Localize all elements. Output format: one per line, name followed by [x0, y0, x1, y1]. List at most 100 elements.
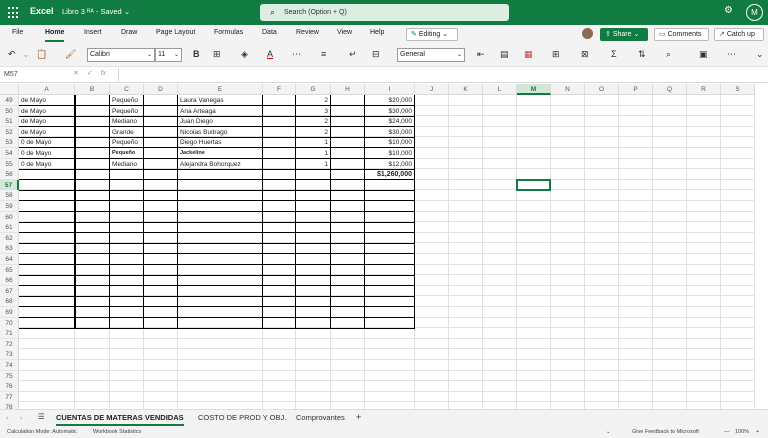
cell[interactable]: [331, 148, 365, 159]
row-header-65[interactable]: 65: [0, 264, 19, 276]
cell[interactable]: [75, 201, 110, 212]
cell[interactable]: [263, 317, 296, 329]
cell-i50[interactable]: $30,000: [365, 105, 415, 117]
cell[interactable]: [19, 264, 75, 276]
column-header-g[interactable]: G: [296, 84, 331, 95]
cell[interactable]: [144, 264, 178, 276]
row-header-73[interactable]: 73: [0, 349, 19, 361]
cell[interactable]: [365, 296, 415, 308]
cell-e53[interactable]: Diego Huertas: [178, 137, 263, 149]
cell[interactable]: [178, 285, 263, 297]
cell[interactable]: [178, 211, 263, 223]
cell[interactable]: [144, 179, 178, 191]
cell[interactable]: [75, 169, 110, 181]
cell[interactable]: [178, 296, 263, 308]
cell[interactable]: [331, 254, 365, 265]
autosum-icon[interactable]: Σ: [611, 49, 617, 59]
cell[interactable]: [144, 285, 178, 297]
row-header-75[interactable]: 75: [0, 370, 19, 382]
app-name[interactable]: Excel: [30, 6, 54, 16]
cell[interactable]: [144, 116, 178, 128]
cell[interactable]: [110, 169, 144, 181]
cell[interactable]: [19, 201, 75, 212]
cell[interactable]: [296, 275, 331, 287]
cell[interactable]: [19, 169, 75, 181]
cell[interactable]: [296, 179, 331, 191]
fx-icon[interactable]: fx: [101, 70, 106, 77]
cell[interactable]: [263, 264, 296, 276]
cell[interactable]: [75, 179, 110, 191]
column-header-j[interactable]: J: [415, 84, 449, 95]
cell[interactable]: [365, 222, 415, 234]
cell[interactable]: [296, 190, 331, 202]
zoom-level[interactable]: 100%: [735, 426, 749, 438]
fill-color-icon[interactable]: ◈: [241, 49, 248, 60]
cell[interactable]: [296, 201, 331, 212]
sort-filter-icon[interactable]: ⇅: [638, 49, 646, 60]
borders-icon[interactable]: ⊞: [213, 49, 221, 60]
cell-i54[interactable]: $10,000: [365, 148, 415, 159]
row-header-61[interactable]: 61: [0, 222, 19, 234]
cell[interactable]: [144, 137, 178, 149]
cell[interactable]: [331, 126, 365, 138]
row-header-62[interactable]: 62: [0, 232, 19, 244]
analyze-data-icon[interactable]: ▣: [699, 49, 708, 60]
cell[interactable]: [331, 95, 365, 106]
cell[interactable]: [110, 179, 144, 191]
column-header-m[interactable]: M: [517, 84, 551, 95]
row-header-56[interactable]: 56: [0, 169, 19, 181]
row-header-77[interactable]: 77: [0, 391, 19, 403]
cell[interactable]: [144, 317, 178, 329]
close-icon[interactable]: ✕: [73, 70, 79, 77]
cell[interactable]: [331, 285, 365, 297]
cell[interactable]: [144, 95, 178, 106]
cell[interactable]: [75, 116, 110, 128]
column-header-c[interactable]: C: [110, 84, 144, 95]
cell-g53[interactable]: 1: [296, 137, 331, 149]
cell-c50[interactable]: Pequeño: [110, 105, 144, 117]
total-cell[interactable]: $1,260,000: [365, 169, 415, 181]
column-header-k[interactable]: K: [449, 84, 483, 95]
cell[interactable]: [178, 317, 263, 329]
cell[interactable]: [75, 275, 110, 287]
row-header-76[interactable]: 76: [0, 381, 19, 393]
cell[interactable]: [365, 307, 415, 318]
insert-cells-icon[interactable]: ⊞: [552, 49, 560, 60]
cell[interactable]: [178, 232, 263, 244]
cell-e52[interactable]: Nicolas Buitrago: [178, 126, 263, 138]
menu-data[interactable]: Data: [262, 29, 277, 36]
cell[interactable]: [296, 317, 331, 329]
cell[interactable]: [296, 232, 331, 244]
menu-help[interactable]: Help: [370, 29, 384, 36]
row-header-49[interactable]: 49: [0, 95, 19, 106]
column-header-n[interactable]: N: [551, 84, 585, 95]
document-title[interactable]: Libro 3 ᴿᴬ - Saved ⌄: [62, 7, 130, 16]
cell[interactable]: [110, 307, 144, 318]
font-color-icon[interactable]: A: [267, 49, 273, 59]
format-painter-icon[interactable]: 🖌: [65, 49, 76, 60]
comments-button[interactable]: ▭ Comments: [654, 28, 709, 41]
column-header-l[interactable]: L: [483, 84, 517, 95]
gear-icon[interactable]: ⚙: [724, 5, 733, 16]
user-photo-avatar[interactable]: [582, 28, 593, 39]
cell[interactable]: [331, 307, 365, 318]
cell-e54[interactable]: Jackeline: [178, 148, 263, 159]
column-header-r[interactable]: R: [687, 84, 721, 95]
wrap-text-icon[interactable]: ↵: [349, 49, 357, 60]
cell[interactable]: [144, 148, 178, 159]
cell[interactable]: [19, 296, 75, 308]
cell[interactable]: [19, 285, 75, 297]
cell[interactable]: [144, 243, 178, 255]
cell[interactable]: [331, 116, 365, 128]
cell-a55[interactable]: 0 de Mayo: [19, 158, 75, 170]
cell[interactable]: [263, 148, 296, 159]
cell[interactable]: [75, 211, 110, 223]
merge-cells-icon[interactable]: ⊟: [372, 49, 380, 60]
cell[interactable]: [110, 201, 144, 212]
row-header-71[interactable]: 71: [0, 328, 19, 340]
app-launcher-icon[interactable]: [8, 7, 20, 19]
active-cell-m57[interactable]: [516, 178, 551, 192]
cell[interactable]: [75, 264, 110, 276]
column-header-h[interactable]: H: [331, 84, 365, 95]
menu-formulas[interactable]: Formulas: [214, 29, 243, 36]
